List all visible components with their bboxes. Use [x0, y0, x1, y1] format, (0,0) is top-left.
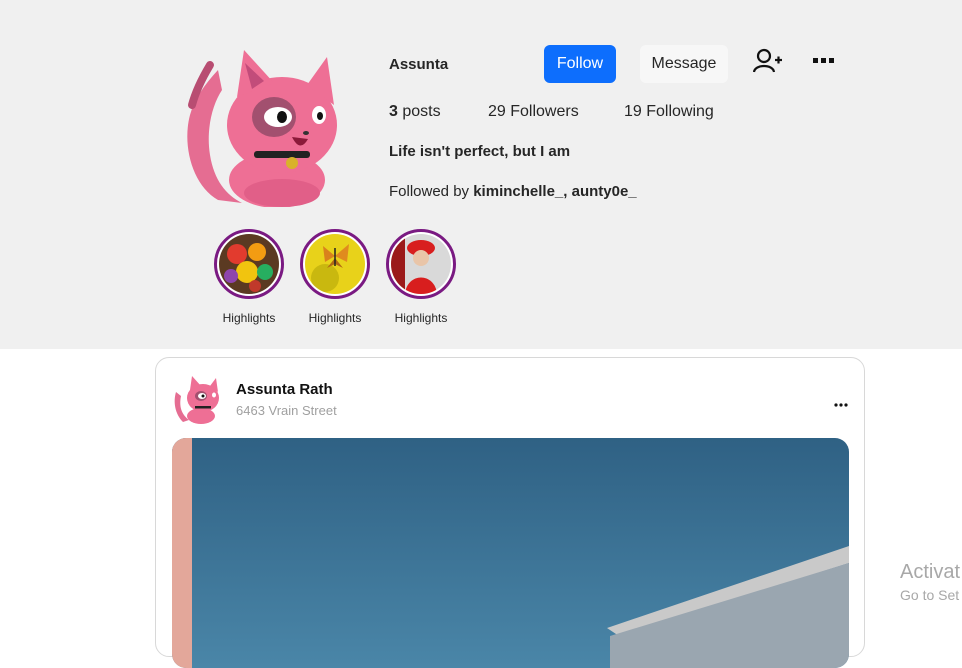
post-author-avatar[interactable]: [173, 374, 221, 424]
posts-number: 3: [389, 103, 398, 120]
highlight-item[interactable]: Highlights: [376, 229, 466, 325]
post-image[interactable]: [172, 438, 849, 668]
followed-by-names[interactable]: kiminchelle_, aunty0e_: [473, 183, 636, 200]
followers-count[interactable]: 29 Followers: [488, 103, 579, 121]
highlight-item[interactable]: Highlights: [290, 229, 380, 325]
highlight-image-butterfly: [305, 234, 365, 294]
highlight-image-fruits: [219, 234, 279, 294]
following-count[interactable]: 19 Following: [624, 103, 714, 121]
follow-button[interactable]: Follow: [544, 45, 616, 83]
message-button[interactable]: Message: [640, 45, 728, 83]
posts-count[interactable]: 3 posts: [389, 103, 441, 121]
highlight-image-person: [391, 234, 451, 294]
activation-watermark-sub: Go to Set: [900, 587, 960, 603]
add-user-icon[interactable]: [752, 48, 783, 74]
post-more-icon[interactable]: [834, 394, 848, 407]
profile-avatar[interactable]: [182, 45, 342, 208]
post-location[interactable]: 6463 Vrain Street: [236, 403, 337, 418]
highlight-ring[interactable]: [300, 229, 370, 299]
post-author-name[interactable]: Assunta Rath: [236, 381, 333, 398]
activation-watermark: Activat: [900, 561, 961, 583]
posts-label: posts: [402, 103, 441, 120]
highlight-label: Highlights: [308, 311, 362, 325]
highlight-label: Highlights: [222, 311, 276, 325]
more-options-icon[interactable]: [812, 52, 838, 68]
profile-username: Assunta: [389, 56, 449, 73]
post-card: Assunta Rath 6463 Vrain Street: [155, 357, 865, 668]
highlight-ring[interactable]: [386, 229, 456, 299]
followed-by: Followed by kiminchelle_, aunty0e_: [389, 183, 637, 200]
highlight-item[interactable]: Highlights: [204, 229, 294, 325]
profile-bio: Life isn't perfect, but I am: [389, 143, 571, 160]
highlight-ring[interactable]: [214, 229, 284, 299]
followed-by-prefix: Followed by: [389, 183, 470, 200]
highlight-label: Highlights: [394, 311, 448, 325]
